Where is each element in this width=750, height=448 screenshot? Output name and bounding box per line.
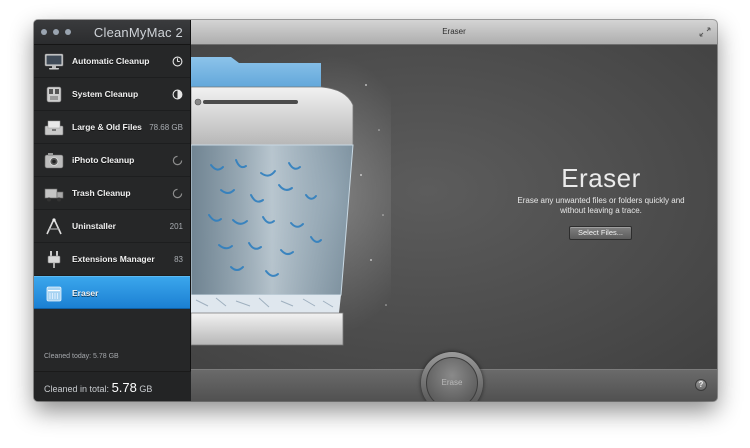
uninstaller-count: 201: [169, 221, 183, 231]
sidebar-item-label: Large & Old Files: [72, 122, 142, 132]
file-box-icon: [44, 120, 64, 136]
main-titlebar: Eraser: [191, 20, 717, 45]
erase-button[interactable]: Erase: [426, 357, 478, 401]
camera-icon: [44, 153, 64, 169]
sidebar-item-uninstaller[interactable]: Uninstaller 201: [34, 210, 190, 243]
shredder-icon: [46, 286, 62, 302]
cleaned-total-value: 5.78: [111, 380, 137, 395]
bottom-toolbar: Erase ?: [191, 352, 717, 401]
cleaned-total: Cleaned in total: 5.78 GB: [34, 371, 191, 401]
trash-truck-icon: [44, 188, 64, 202]
help-button[interactable]: ?: [695, 379, 707, 391]
sidebar-item-system-cleanup[interactable]: System Cleanup: [34, 78, 190, 111]
window-title: Eraser: [442, 27, 466, 36]
app-window: CleanMyMac 2 Automatic Cleanup System Cl…: [34, 20, 717, 401]
cleaned-total-unit: GB: [139, 384, 153, 394]
status-progress-icon: [172, 56, 183, 67]
sidebar-item-label: System Cleanup: [72, 89, 139, 99]
large-files-size: 78.68 GB: [149, 122, 183, 132]
plug-icon: [47, 251, 61, 268]
minimize-window-button[interactable]: [53, 29, 59, 35]
sidebar-item-extensions-manager[interactable]: Extensions Manager 83: [34, 243, 190, 276]
select-files-button[interactable]: Select Files...: [569, 226, 632, 240]
sidebar-nav: Automatic Cleanup System Cleanup Large &…: [34, 45, 190, 309]
fullscreen-icon[interactable]: [699, 27, 711, 37]
monitor-icon: [44, 53, 64, 70]
close-window-button[interactable]: [41, 29, 47, 35]
extensions-count: 83: [174, 254, 183, 264]
eraser-description: Erase any unwanted files or folders quic…: [517, 196, 685, 215]
sidebar-item-iphoto-cleanup[interactable]: iPhoto Cleanup: [34, 144, 190, 177]
sidebar-item-label: Uninstaller: [72, 221, 116, 231]
app-name: CleanMyMac 2: [93, 25, 183, 40]
sidebar: CleanMyMac 2 Automatic Cleanup System Cl…: [34, 20, 191, 401]
loading-spinner-icon: [172, 155, 183, 166]
sidebar-item-label: iPhoto Cleanup: [72, 155, 135, 165]
sidebar-item-automatic-cleanup[interactable]: Automatic Cleanup: [34, 45, 190, 78]
sidebar-item-eraser[interactable]: Eraser: [34, 276, 190, 309]
sidebar-item-large-old-files[interactable]: Large & Old Files 78.68 GB: [34, 111, 190, 144]
system-icon: [46, 86, 62, 103]
cleaned-today: Cleaned today: 5.78 GB: [44, 353, 119, 360]
main-panel: Eraser Eraser Erase any unwanted files o…: [191, 20, 717, 401]
uninstaller-icon: [46, 218, 62, 235]
sidebar-item-label: Trash Cleanup: [72, 188, 131, 198]
loading-spinner-icon: [172, 188, 183, 199]
sidebar-item-label: Eraser: [72, 287, 99, 298]
sidebar-item-label: Automatic Cleanup: [72, 56, 150, 66]
sidebar-titlebar: CleanMyMac 2: [34, 20, 190, 45]
shredder-illustration: [191, 55, 391, 346]
cleaned-total-label: Cleaned in total:: [44, 384, 110, 394]
eraser-heading: Eraser: [561, 163, 641, 193]
sidebar-item-label: Extensions Manager: [72, 254, 155, 264]
status-progress-icon: [172, 89, 183, 100]
zoom-window-button[interactable]: [65, 29, 71, 35]
sidebar-item-trash-cleanup[interactable]: Trash Cleanup: [34, 177, 190, 210]
eraser-content: Eraser Erase any unwanted files or folde…: [191, 45, 717, 369]
